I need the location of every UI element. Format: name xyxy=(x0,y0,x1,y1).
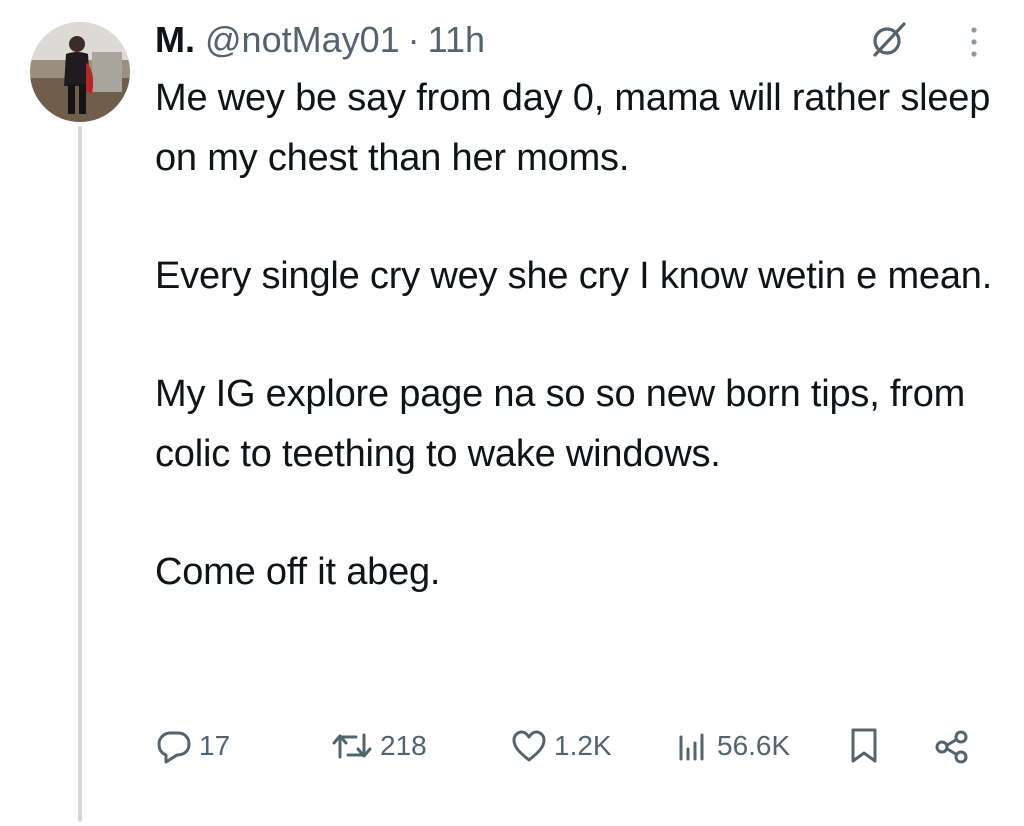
repost-count: 218 xyxy=(380,730,427,761)
separator-dot: · xyxy=(407,19,420,60)
like-count: 1.2K xyxy=(554,730,612,761)
repost-icon xyxy=(332,733,372,759)
avatar[interactable] xyxy=(30,22,130,122)
bookmark-button[interactable] xyxy=(847,722,881,770)
bookmark-icon xyxy=(851,728,877,763)
like-button[interactable]: 1.2K xyxy=(510,722,612,770)
repost-button[interactable]: 218 xyxy=(330,722,427,770)
avatar-photo xyxy=(30,22,130,122)
tweet-header: M. @notMay01 · 11h xyxy=(155,16,485,64)
tweet-paragraph: My IG explore page na so so new born tip… xyxy=(155,373,966,475)
handle[interactable]: @notMay01 xyxy=(205,19,400,61)
tweet-text: Me wey be say from day 0, mama will rath… xyxy=(155,68,995,602)
reply-count: 17 xyxy=(199,730,231,761)
views-icon xyxy=(679,733,704,761)
grok-icon[interactable] xyxy=(868,20,908,60)
share-button[interactable] xyxy=(933,722,971,770)
tweet-paragraph: Every single cry wey she cry I know weti… xyxy=(155,255,993,297)
reply-icon xyxy=(157,731,191,764)
share-icon xyxy=(935,730,968,764)
thread-line xyxy=(78,126,82,822)
views-count: 56.6K xyxy=(717,730,791,761)
timestamp[interactable]: 11h xyxy=(428,19,485,61)
tweet-paragraph: Come off it abeg. xyxy=(155,551,441,593)
action-bar: 17 218 1.2K 56.6K xyxy=(155,722,975,770)
tweet-paragraph: Me wey be say from day 0, mama will rath… xyxy=(155,77,991,179)
views-button[interactable]: 56.6K xyxy=(675,722,790,770)
like-icon xyxy=(512,730,546,762)
more-icon[interactable] xyxy=(962,22,986,62)
reply-button[interactable]: 17 xyxy=(155,722,230,770)
display-name[interactable]: M. xyxy=(155,19,195,61)
